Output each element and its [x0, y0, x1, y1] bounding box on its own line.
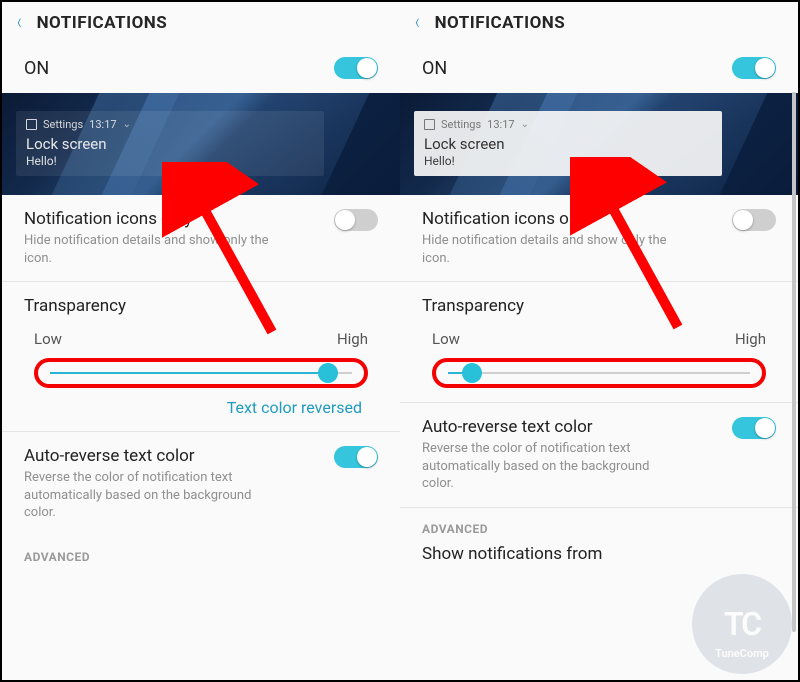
auto-reverse-toggle[interactable]: [334, 446, 378, 468]
transparency-section: Transparency Low High Text color reverse…: [2, 282, 400, 432]
icons-only-toggle[interactable]: [334, 209, 378, 231]
auto-reverse-subtitle: Reverse the color of notification text a…: [422, 440, 682, 493]
transparency-slider-highlight: [432, 358, 766, 388]
auto-reverse-title: Auto-reverse text color: [422, 417, 682, 437]
icons-only-row[interactable]: Notification icons only Hide notificatio…: [2, 195, 400, 282]
preview-notif-body: Hello!: [424, 154, 712, 168]
auto-reverse-toggle[interactable]: [732, 417, 776, 439]
master-toggle-label: ON: [24, 58, 49, 79]
settings-icon: [424, 119, 435, 130]
notification-preview: Settings 13:17 ⌄ Lock screen Hello!: [400, 93, 798, 195]
transparency-slider[interactable]: [50, 372, 352, 374]
transparency-section: Transparency Low High: [400, 282, 798, 403]
master-toggle[interactable]: [334, 57, 378, 79]
master-toggle-row: ON: [400, 45, 798, 93]
right-pane: ‹ NOTIFICATIONS ON Settings 13:17 ⌄ Lock…: [400, 2, 798, 680]
scrollbar[interactable]: [792, 92, 796, 632]
header-bar: ‹ NOTIFICATIONS: [2, 2, 400, 45]
icons-only-subtitle: Hide notification details and show only …: [24, 232, 284, 267]
master-toggle-label: ON: [422, 58, 447, 79]
preview-notification-card: Settings 13:17 ⌄ Lock screen Hello!: [16, 111, 324, 176]
page-title: NOTIFICATIONS: [37, 13, 168, 33]
chevron-down-icon: ⌄: [521, 119, 529, 130]
auto-reverse-row[interactable]: Auto-reverse text color Reverse the colo…: [400, 403, 798, 508]
transparency-high-label: High: [337, 330, 368, 348]
transparency-slider-highlight: [34, 358, 368, 388]
show-notifications-from-row[interactable]: Show notifications from: [400, 544, 798, 564]
preview-app-name: Settings: [441, 118, 481, 131]
transparency-low-label: Low: [34, 330, 62, 348]
transparency-slider[interactable]: [448, 372, 750, 374]
icons-only-title: Notification icons only: [422, 209, 682, 229]
notification-preview: Settings 13:17 ⌄ Lock screen Hello!: [2, 93, 400, 195]
left-pane: ‹ NOTIFICATIONS ON Settings 13:17 ⌄ Lock…: [2, 2, 400, 680]
auto-reverse-subtitle: Reverse the color of notification text a…: [24, 469, 284, 522]
transparency-title: Transparency: [422, 296, 776, 316]
settings-icon: [26, 119, 37, 130]
chevron-down-icon: ⌄: [123, 119, 131, 130]
transparency-high-label: High: [735, 330, 766, 348]
advanced-heading: ADVANCED: [2, 536, 400, 572]
preview-time: 13:17: [89, 118, 116, 131]
auto-reverse-title: Auto-reverse text color: [24, 446, 284, 466]
text-color-reversed-link[interactable]: Text color reversed: [34, 398, 368, 417]
preview-app-name: Settings: [43, 118, 83, 131]
icons-only-title: Notification icons only: [24, 209, 284, 229]
auto-reverse-row[interactable]: Auto-reverse text color Reverse the colo…: [2, 432, 400, 536]
header-bar: ‹ NOTIFICATIONS: [400, 2, 798, 45]
icons-only-row[interactable]: Notification icons only Hide notificatio…: [400, 195, 798, 282]
preview-time: 13:17: [487, 118, 514, 131]
preview-notification-card: Settings 13:17 ⌄ Lock screen Hello!: [414, 111, 722, 176]
advanced-heading: ADVANCED: [400, 508, 798, 544]
master-toggle[interactable]: [732, 57, 776, 79]
icons-only-toggle[interactable]: [732, 209, 776, 231]
icons-only-subtitle: Hide notification details and show only …: [422, 232, 682, 267]
transparency-title: Transparency: [24, 296, 378, 316]
preview-notif-title: Lock screen: [424, 135, 712, 153]
back-icon[interactable]: ‹: [17, 10, 22, 35]
transparency-low-label: Low: [432, 330, 460, 348]
back-icon[interactable]: ‹: [415, 10, 420, 35]
master-toggle-row: ON: [2, 45, 400, 93]
preview-notif-title: Lock screen: [26, 135, 314, 153]
page-title: NOTIFICATIONS: [435, 13, 566, 33]
preview-notif-body: Hello!: [26, 154, 314, 168]
